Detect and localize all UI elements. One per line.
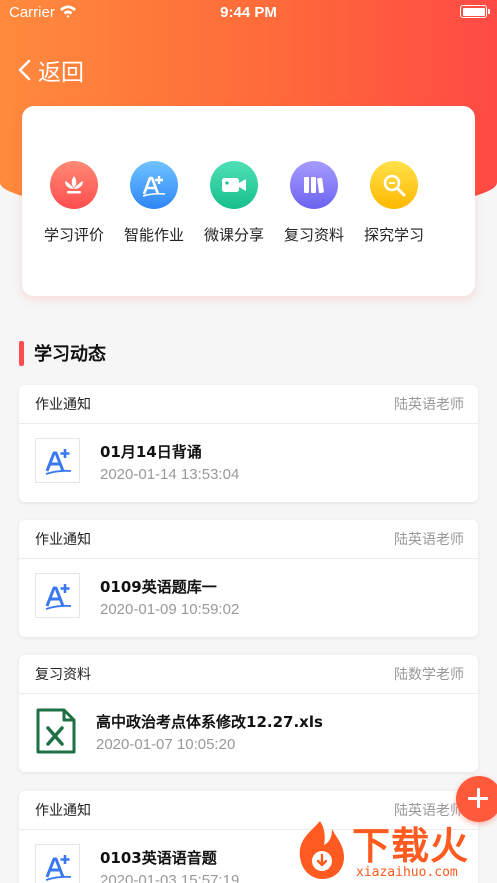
section-title: 学习动态	[34, 344, 106, 365]
card-type: 作业通知	[35, 532, 91, 548]
card-date: 2020-01-14 13:53:04	[100, 466, 240, 483]
feed-card[interactable]: 作业通知 陆英语老师 01月14日背诵 2020-01-14 13:53:04	[19, 385, 478, 502]
homework-a-plus-icon	[35, 844, 80, 883]
feed-card[interactable]: 作业通知 陆英语老师 0109英语题库一 2020-01-09 10:59:02	[19, 520, 478, 637]
card-header: 复习资料 陆数学老师	[19, 655, 478, 694]
card-body: 0109英语题库一 2020-01-09 10:59:02	[19, 559, 478, 637]
shortcut-label: 学习评价	[43, 226, 104, 244]
shortcut-smart-homework[interactable]: 智能作业	[118, 161, 190, 245]
card-header: 作业通知 陆英语老师	[19, 385, 478, 424]
battery-icon	[460, 5, 490, 18]
card-date: 2020-01-09 10:59:02	[100, 601, 240, 618]
card-title: 01月14日背诵	[100, 443, 202, 461]
card-title: 高中政治考点体系修改12.27.xls	[96, 713, 323, 731]
chevron-left-icon	[18, 59, 31, 81]
card-body: 01月14日背诵 2020-01-14 13:53:04	[19, 424, 478, 502]
card-teacher: 陆数学老师	[394, 667, 464, 683]
lotus-icon	[50, 161, 98, 209]
card-type: 复习资料	[35, 667, 91, 683]
shortcut-learning-evaluation[interactable]: 学习评价	[38, 161, 110, 245]
card-header: 作业通知 陆英语老师	[19, 520, 478, 559]
status-bar: Carrier 9:44 PM	[0, 0, 497, 26]
card-teacher: 陆英语老师	[394, 397, 464, 413]
watermark-brand: 下载火	[352, 824, 470, 868]
shortcut-label: 复习资料	[283, 226, 344, 244]
homework-a-plus-icon	[130, 161, 178, 209]
shortcut-label: 探究学习	[363, 226, 424, 244]
card-date: 2020-01-07 10:05:20	[96, 736, 236, 753]
watermark-logo: 下载火 xiazaihuo.com	[290, 815, 497, 883]
shortcut-inquiry-learning[interactable]: 探究学习	[358, 161, 430, 245]
section-header: 学习动态	[19, 340, 106, 366]
card-body: 高中政治考点体系修改12.27.xls 2020-01-07 10:05:20	[19, 694, 478, 772]
books-icon	[290, 161, 338, 209]
clock: 9:44 PM	[220, 4, 277, 21]
shortcut-panel: 学习评价 智能作业 微课分享 复习资料 探究学习	[22, 106, 475, 296]
shortcut-label: 智能作业	[123, 226, 184, 244]
watermark-site: xiazaihuo.com	[356, 865, 458, 880]
excel-file-icon	[36, 708, 76, 754]
feed-card[interactable]: 复习资料 陆数学老师 高中政治考点体系修改12.27.xls 2020-01-0…	[19, 655, 478, 772]
back-button[interactable]: 返回	[16, 52, 84, 88]
card-title: 0109英语题库一	[100, 578, 217, 596]
card-type: 作业通知	[35, 397, 91, 413]
video-camera-icon	[210, 161, 258, 209]
back-label: 返回	[38, 60, 84, 86]
card-date: 2020-01-03 15:57:19	[100, 872, 240, 883]
shortcut-review-materials[interactable]: 复习资料	[278, 161, 350, 245]
flame-logo-icon	[299, 821, 344, 879]
shortcut-label: 微课分享	[203, 226, 264, 244]
explore-magnifier-icon	[370, 161, 418, 209]
shortcut-micro-lesson[interactable]: 微课分享	[198, 161, 270, 245]
homework-a-plus-icon	[35, 573, 80, 618]
homework-a-plus-icon	[35, 438, 80, 483]
card-type: 作业通知	[35, 803, 91, 819]
section-accent-bar	[19, 340, 24, 366]
card-teacher: 陆英语老师	[394, 532, 464, 548]
card-title: 0103英语语音题	[100, 849, 217, 867]
